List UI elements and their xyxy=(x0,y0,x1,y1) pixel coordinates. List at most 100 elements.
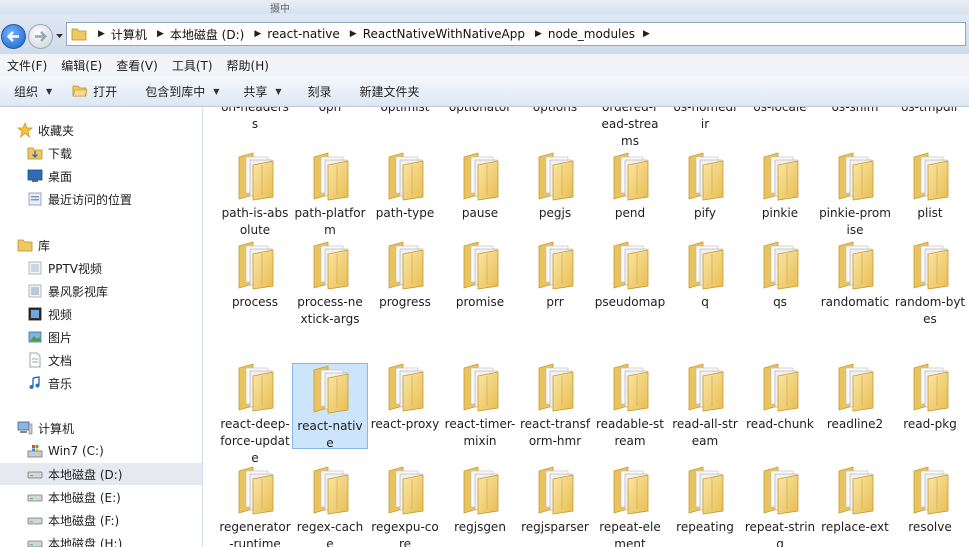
folder-item[interactable]: options xyxy=(518,107,592,116)
folder-item[interactable]: pinkie-promise xyxy=(818,151,892,239)
menu-help[interactable]: 帮助(H) xyxy=(220,57,276,74)
sidebar-item-drive-f[interactable]: 本地磁盘 (F:) xyxy=(0,509,202,531)
sidebar-item-documents[interactable]: 文档 xyxy=(0,349,202,371)
folder-item[interactable]: qs xyxy=(743,240,817,311)
folder-item[interactable]: regjsgen xyxy=(443,465,517,536)
folder-item[interactable]: regex-cache xyxy=(293,465,367,547)
folder-item[interactable]: repeating xyxy=(668,465,742,536)
new-folder-button[interactable]: 新建文件夹 xyxy=(342,76,430,106)
folder-item[interactable]: path-is-absolute xyxy=(218,151,292,239)
sidebar-item-pptv[interactable]: PPTV视频 xyxy=(0,257,202,279)
include-in-library-button[interactable]: 包含到库中 ▼ xyxy=(127,76,229,106)
breadcrumb-separator-icon[interactable]: ▶ xyxy=(535,29,542,39)
folder-item[interactable]: readline2 xyxy=(818,362,892,433)
sidebar-item-baofeng[interactable]: 暴风影视库 xyxy=(0,280,202,302)
sidebar-item-drive-d[interactable]: 本地磁盘 (D:) xyxy=(0,463,202,485)
folder-item[interactable]: pause xyxy=(443,151,517,222)
folder-icon xyxy=(906,240,954,290)
folder-item[interactable]: react-native xyxy=(292,363,368,450)
folder-item[interactable]: regexpu-core xyxy=(368,465,442,547)
menu-view[interactable]: 查看(V) xyxy=(109,57,165,74)
sidebar-item-drive-e[interactable]: 本地磁盘 (E:) xyxy=(0,486,202,508)
folder-item[interactable]: read-pkg xyxy=(893,362,967,433)
breadcrumb-item-computer[interactable]: ▶ 计算机 xyxy=(91,26,150,43)
burn-button[interactable]: 刻录 xyxy=(292,76,342,106)
folder-item[interactable]: os-shim xyxy=(818,107,892,116)
folder-item[interactable]: pinkie xyxy=(743,151,817,222)
folder-item[interactable]: process-nextick-args xyxy=(293,240,367,328)
folder-item[interactable]: resolve xyxy=(893,465,967,536)
folder-item[interactable]: optimist xyxy=(368,107,442,116)
breadcrumb-item-project[interactable]: ▶ ReactNativeWithNativeApp xyxy=(343,27,528,41)
recent-pages-dropdown-icon[interactable] xyxy=(55,31,64,40)
breadcrumb-item-node-modules[interactable]: ▶ node_modules ▶ xyxy=(528,27,659,41)
folder-item[interactable]: os-locale xyxy=(743,107,817,116)
folder-name: plist xyxy=(917,206,943,220)
folder-item[interactable]: random-bytes xyxy=(893,240,967,328)
folder-item[interactable]: randomatic xyxy=(818,240,892,311)
folder-item[interactable]: promise xyxy=(443,240,517,311)
folder-item[interactable]: readable-stream xyxy=(593,362,667,450)
folder-item[interactable]: repeat-element xyxy=(593,465,667,547)
menu-file[interactable]: 文件(F) xyxy=(0,57,54,74)
folder-item[interactable]: pify xyxy=(668,151,742,222)
folder-item[interactable]: regenerator-runtime xyxy=(218,465,292,547)
breadcrumb-separator-icon[interactable]: ▶ xyxy=(98,29,105,39)
sidebar-item-music[interactable]: 音乐 xyxy=(0,372,202,394)
folder-item[interactable]: opn xyxy=(293,107,367,116)
sidebar-item-favorites[interactable]: 收藏夹 xyxy=(0,119,202,141)
breadcrumb-separator-icon[interactable]: ▶ xyxy=(157,29,164,39)
folder-item[interactable]: pegjs xyxy=(518,151,592,222)
folder-item[interactable]: ordered-r ead-strea ms xyxy=(593,107,667,150)
folder-item[interactable]: read-all-stream xyxy=(668,362,742,450)
folder-item[interactable]: path-type xyxy=(368,151,442,222)
folder-item[interactable]: process xyxy=(218,240,292,311)
sidebar-item-pictures[interactable]: 图片 xyxy=(0,326,202,348)
folder-item[interactable]: path-platform xyxy=(293,151,367,239)
sidebar-item-computer[interactable]: 计算机 xyxy=(0,417,202,439)
folder-item[interactable]: react-transform-hmr xyxy=(518,362,592,450)
folder-icon xyxy=(456,465,504,515)
folder-item[interactable]: pend xyxy=(593,151,667,222)
share-button[interactable]: 共享 ▼ xyxy=(229,76,291,106)
folder-item[interactable]: q xyxy=(668,240,742,311)
breadcrumb-item-react-native[interactable]: ▶ react-native xyxy=(247,27,342,41)
folder-item[interactable]: regjsparser xyxy=(518,465,592,536)
breadcrumb-separator-icon[interactable]: ▶ xyxy=(350,29,357,39)
share-label: 共享 xyxy=(243,84,268,99)
sidebar-item-downloads[interactable]: 下载 xyxy=(0,142,202,164)
sidebar-item-drive-c[interactable]: Win7 (C:) xyxy=(0,440,202,462)
new-folder-label: 新建文件夹 xyxy=(359,84,420,99)
open-button[interactable]: 打开 xyxy=(62,76,127,106)
organize-button[interactable]: 组织 ▼ xyxy=(0,76,62,106)
breadcrumb-separator-icon[interactable]: ▶ xyxy=(254,29,261,39)
sidebar-item-recent-places[interactable]: 最近访问的位置 xyxy=(0,188,202,210)
sidebar-item-desktop[interactable]: 桌面 xyxy=(0,165,202,187)
sidebar-item-videos[interactable]: 视频 xyxy=(0,303,202,325)
folder-item[interactable]: optionator xyxy=(443,107,517,116)
breadcrumb-item-drive-d[interactable]: ▶ 本地磁盘 (D:) xyxy=(150,26,247,43)
forward-button[interactable] xyxy=(28,24,53,49)
menu-tools[interactable]: 工具(T) xyxy=(165,57,220,74)
address-bar[interactable]: ▶ 计算机 ▶ 本地磁盘 (D:) ▶ react-native ▶ ReactNati… xyxy=(66,22,966,46)
open-label: 打开 xyxy=(93,84,118,99)
sidebar-item-drive-h[interactable]: 本地磁盘 (H:) xyxy=(0,532,202,547)
folder-item[interactable]: replace-ext xyxy=(818,465,892,536)
folder-item[interactable]: react-deep-force-update xyxy=(218,362,292,467)
folder-item[interactable]: read-chunk xyxy=(743,362,817,433)
folder-item[interactable]: progress xyxy=(368,240,442,311)
folder-item[interactable]: prr xyxy=(518,240,592,311)
folder-item[interactable]: on-headers s xyxy=(218,107,292,133)
folder-item[interactable]: os-tmpdir xyxy=(893,107,967,116)
menu-edit[interactable]: 编辑(E) xyxy=(54,57,109,74)
folder-item[interactable]: os-homedi ir xyxy=(668,107,742,133)
folder-item[interactable]: react-proxy xyxy=(368,362,442,433)
breadcrumb-separator-icon[interactable]: ▶ xyxy=(643,29,650,39)
folder-item[interactable]: pseudomap xyxy=(593,240,667,311)
folder-name: react-deep-force-update xyxy=(220,417,290,465)
folder-item[interactable]: react-timer-mixin xyxy=(443,362,517,450)
back-button[interactable] xyxy=(1,24,26,49)
sidebar-item-libraries[interactable]: 库 xyxy=(0,234,202,256)
folder-item[interactable]: plist xyxy=(893,151,967,222)
folder-item[interactable]: repeat-string xyxy=(743,465,817,547)
